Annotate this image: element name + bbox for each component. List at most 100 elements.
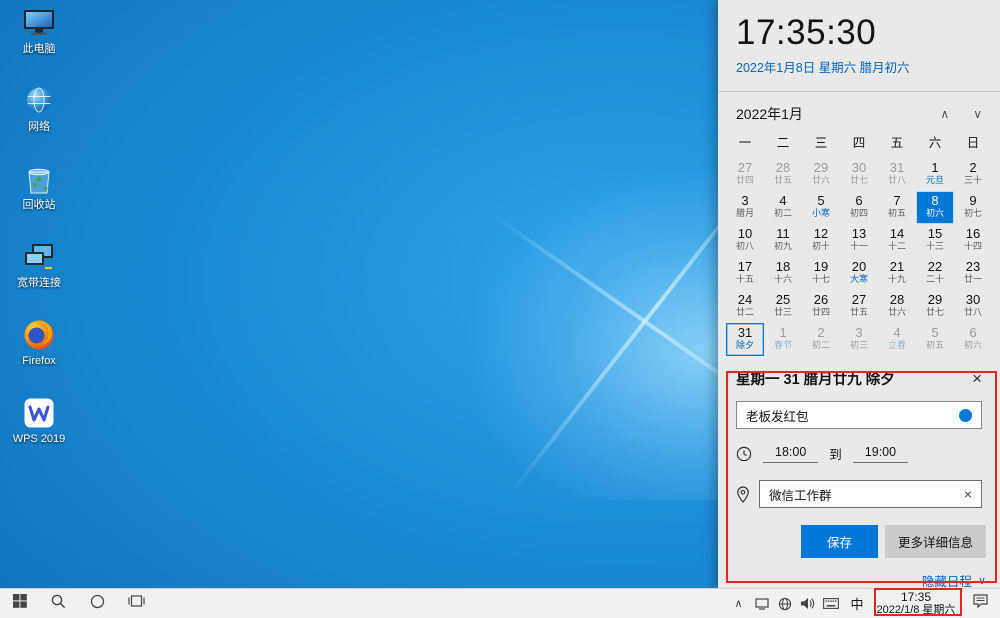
lunar-label: 廿八 [878, 175, 916, 185]
lunar-label: 初二 [764, 208, 802, 218]
lunar-label: 十六 [764, 274, 802, 284]
calendar-day-31[interactable]: 31除夕 [726, 323, 764, 356]
end-time-field[interactable]: 19:00 [853, 444, 908, 463]
calendar-day-25[interactable]: 25廿三 [764, 290, 802, 323]
calendar-day-1[interactable]: 1元旦 [916, 158, 954, 191]
calendar-day-18[interactable]: 18十六 [764, 257, 802, 290]
day-number: 28 [764, 160, 802, 175]
start-time-field[interactable]: 18:00 [763, 444, 818, 463]
tray-network-globe-icon[interactable] [773, 589, 796, 618]
calendar-day-30[interactable]: 30廿八 [954, 290, 992, 323]
event-editor-close-icon[interactable]: × [968, 369, 986, 389]
more-details-button[interactable]: 更多详细信息 [885, 525, 986, 558]
tray-display-icon[interactable] [750, 589, 773, 618]
calendar-day-4[interactable]: 4立春 [878, 323, 916, 356]
calendar-day-5[interactable]: 5初五 [916, 323, 954, 356]
action-center-button[interactable] [960, 589, 1000, 618]
action-center-icon [973, 594, 988, 613]
location-input[interactable]: 微信工作群 × [759, 480, 982, 508]
calendar-day-6[interactable]: 6初四 [840, 191, 878, 224]
calendar-day-31[interactable]: 31廿八 [878, 158, 916, 191]
calendar-day-15[interactable]: 15十三 [916, 224, 954, 257]
calendar-day-7[interactable]: 7初五 [878, 191, 916, 224]
desktop-icon-this-pc[interactable]: 此电脑 [2, 6, 76, 55]
lunar-label: 初十 [802, 241, 840, 251]
calendar-day-1[interactable]: 1春节 [764, 323, 802, 356]
day-number: 22 [916, 259, 954, 274]
desktop-icon-firefox[interactable]: Firefox [2, 318, 76, 367]
clear-location-icon[interactable]: × [961, 486, 975, 502]
day-number: 30 [954, 292, 992, 307]
calendar-day-19[interactable]: 19十七 [802, 257, 840, 290]
tray-volume-icon[interactable] [796, 589, 819, 618]
desktop-icon-label: 回收站 [23, 199, 56, 211]
calendar-day-12[interactable]: 12初十 [802, 224, 840, 257]
calendar-day-30[interactable]: 30廿七 [840, 158, 878, 191]
event-location-row: 微信工作群 × [736, 480, 982, 508]
ime-indicator[interactable]: 中 [842, 589, 872, 618]
day-number: 4 [764, 193, 802, 208]
lunar-label: 三十 [954, 175, 992, 185]
calendar-day-3[interactable]: 3初三 [840, 323, 878, 356]
lunar-label: 春节 [764, 340, 802, 350]
desktop-icon-wps[interactable]: WPS 2019 [2, 396, 76, 445]
calendar-day-2[interactable]: 2初二 [802, 323, 840, 356]
calendar-day-10[interactable]: 10初八 [726, 224, 764, 257]
task-view-button[interactable] [117, 589, 156, 618]
calendar-day-2[interactable]: 2三十 [954, 158, 992, 191]
calendar-day-28[interactable]: 28廿五 [764, 158, 802, 191]
lunar-label: 初七 [954, 208, 992, 218]
calendar-day-28[interactable]: 28廿六 [878, 290, 916, 323]
cortana-button[interactable] [78, 589, 117, 618]
start-button[interactable] [0, 589, 39, 618]
lunar-label: 初九 [764, 241, 802, 251]
calendar-day-21[interactable]: 21十九 [878, 257, 916, 290]
clock-date-line[interactable]: 2022年1月8日 星期六 腊月初六 [736, 57, 1000, 76]
calendar-day-9[interactable]: 9初七 [954, 191, 992, 224]
calendar-day-5[interactable]: 5小寒 [802, 191, 840, 224]
calendar-day-8[interactable]: 8初六 [916, 191, 954, 224]
search-icon [51, 594, 66, 614]
calendar-day-22[interactable]: 22二十 [916, 257, 954, 290]
calendar-color-dot[interactable] [959, 409, 972, 422]
calendar-day-3[interactable]: 3腊月 [726, 191, 764, 224]
day-number: 31 [726, 325, 764, 340]
calendar-month-label[interactable]: 2022年1月 [736, 104, 916, 124]
calendar-day-13[interactable]: 13十一 [840, 224, 878, 257]
calendar-day-17[interactable]: 17十五 [726, 257, 764, 290]
search-button[interactable] [39, 589, 78, 618]
calendar-day-11[interactable]: 11初九 [764, 224, 802, 257]
calendar-day-29[interactable]: 29廿六 [802, 158, 840, 191]
event-name-input[interactable]: 老板发红包 [736, 401, 982, 429]
desktop-icon-recycle-bin[interactable]: 回收站 [2, 162, 76, 211]
tray-expand-button[interactable]: ∧ [727, 589, 750, 618]
calendar-day-14[interactable]: 14十二 [878, 224, 916, 257]
calendar-day-26[interactable]: 26廿四 [802, 290, 840, 323]
clock-time: 17:35:30 [736, 13, 1000, 53]
taskbar-clock[interactable]: 17:35 2022/1/8 星期六 [872, 589, 960, 618]
calendar-prev-month-icon[interactable]: ∧ [940, 107, 949, 121]
calendar-day-27[interactable]: 27廿五 [840, 290, 878, 323]
calendar-day-20[interactable]: 20大寒 [840, 257, 878, 290]
calendar-day-29[interactable]: 29廿七 [916, 290, 954, 323]
calendar-day-24[interactable]: 24廿二 [726, 290, 764, 323]
desktop-icon-broadband[interactable]: 宽带连接 [2, 240, 76, 289]
calendar-next-month-icon[interactable]: ∨ [973, 107, 982, 121]
save-button[interactable]: 保存 [801, 525, 878, 558]
lunar-label: 初八 [726, 241, 764, 251]
event-editor-buttons: 保存 更多详细信息 [732, 525, 986, 558]
day-number: 14 [878, 226, 916, 241]
tray-keyboard-icon[interactable] [819, 589, 842, 618]
calendar-day-23[interactable]: 23廿一 [954, 257, 992, 290]
day-number: 29 [916, 292, 954, 307]
lunar-label: 十五 [726, 274, 764, 284]
calendar-day-6[interactable]: 6初六 [954, 323, 992, 356]
lunar-label: 十二 [878, 241, 916, 251]
desktop-icon-network[interactable]: 网络 [2, 84, 76, 133]
calendar-day-4[interactable]: 4初二 [764, 191, 802, 224]
calendar-day-27[interactable]: 27廿四 [726, 158, 764, 191]
calendar-day-16[interactable]: 16十四 [954, 224, 992, 257]
desktop-icon-label: Firefox [22, 355, 56, 367]
day-number: 3 [840, 325, 878, 340]
lunar-label: 初五 [916, 340, 954, 350]
